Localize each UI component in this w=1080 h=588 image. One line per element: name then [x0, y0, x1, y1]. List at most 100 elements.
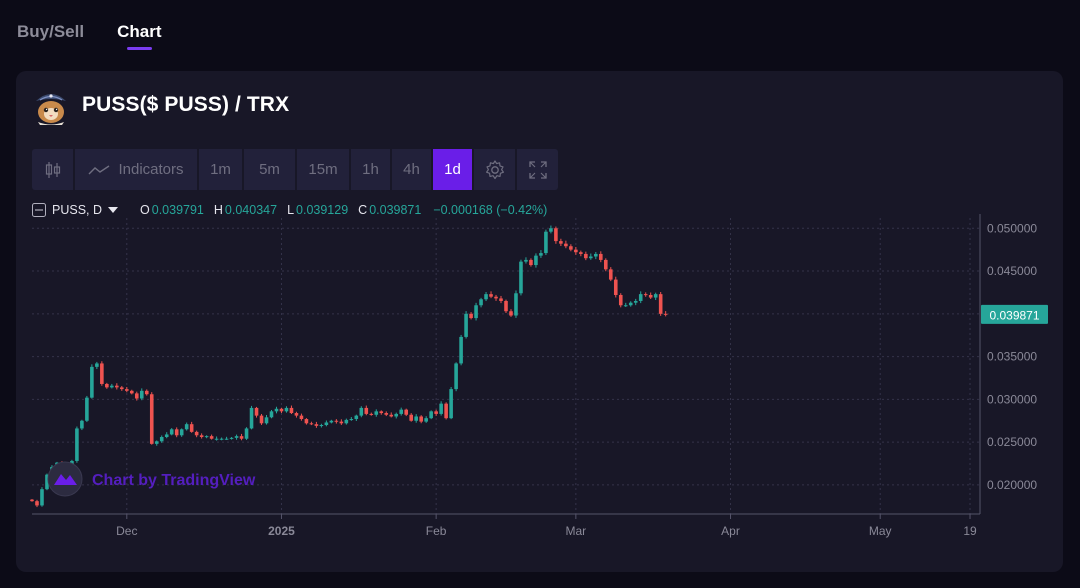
- candle-body: [164, 434, 169, 438]
- candle-body: [309, 423, 314, 425]
- candle-body: [529, 259, 533, 266]
- tradingview-watermark: Chart by TradingView: [92, 472, 256, 489]
- candle-body: [663, 313, 668, 315]
- candle-body: [394, 413, 399, 417]
- y-tick-label: 0.025000: [987, 435, 1037, 449]
- candle-body: [464, 313, 468, 337]
- candle-body: [324, 422, 329, 426]
- candle-body: [404, 409, 409, 415]
- candle-body: [179, 429, 184, 436]
- candle-body: [633, 300, 638, 303]
- candle-body: [229, 437, 234, 439]
- candle-body: [144, 390, 149, 395]
- candle-body: [214, 438, 219, 440]
- candle-body: [618, 294, 623, 306]
- candle-body: [219, 438, 224, 440]
- candle-body: [569, 246, 573, 250]
- candle-body: [628, 302, 633, 306]
- candle-body: [139, 390, 144, 399]
- candle-body: [40, 489, 44, 506]
- candle-body: [608, 269, 613, 280]
- candlestick-chart[interactable]: 0.0200000.0250000.0300000.0350000.040000…: [0, 0, 1080, 588]
- candle-body: [389, 414, 394, 417]
- candle-body: [499, 298, 503, 301]
- candle-body: [539, 253, 543, 256]
- candle-body: [204, 436, 209, 438]
- candle-body: [554, 228, 558, 242]
- candle-body: [479, 299, 483, 306]
- candle-body: [319, 425, 324, 427]
- last-price-label: 0.039871: [989, 308, 1039, 322]
- candle-body: [359, 407, 364, 416]
- candle-body: [35, 501, 39, 506]
- candle-body: [344, 419, 349, 424]
- candle-body: [199, 435, 204, 438]
- candle-body: [274, 408, 279, 412]
- candle-body: [549, 228, 553, 232]
- candle-body: [638, 294, 643, 301]
- candle-body: [613, 279, 618, 295]
- candle-body: [234, 436, 239, 438]
- x-tick-label: Dec: [116, 524, 137, 538]
- candle-body: [424, 418, 428, 422]
- candle-body: [254, 407, 259, 416]
- candle-body: [299, 415, 304, 420]
- y-tick-label: 0.035000: [987, 350, 1037, 364]
- candle-body: [559, 241, 563, 244]
- candle-body: [439, 403, 443, 414]
- candle-body: [95, 363, 99, 367]
- candle-body: [519, 261, 523, 294]
- candle-body: [648, 294, 653, 298]
- candle-body: [509, 311, 513, 316]
- y-tick-label: 0.050000: [987, 221, 1037, 235]
- candle-body: [643, 294, 648, 296]
- y-tick-label: 0.030000: [987, 392, 1037, 406]
- candle-body: [494, 296, 498, 299]
- candle-body: [259, 415, 264, 424]
- candle-body: [30, 499, 34, 502]
- candle-body: [429, 411, 433, 419]
- candle-body: [594, 253, 598, 257]
- candle-body: [449, 389, 453, 419]
- candle-body: [334, 420, 339, 422]
- candle-body: [189, 424, 194, 432]
- candle-body: [524, 259, 528, 262]
- candle-body: [414, 416, 418, 421]
- x-tick-label: Apr: [721, 524, 740, 538]
- candle-body: [658, 294, 663, 314]
- candle-body: [603, 259, 608, 270]
- candle-body: [409, 414, 413, 421]
- candle-body: [653, 294, 658, 298]
- y-tick-label: 0.020000: [987, 478, 1037, 492]
- candle-body: [224, 438, 229, 440]
- candle-body: [304, 419, 309, 424]
- candle-body: [354, 415, 359, 420]
- candle-body: [469, 313, 473, 319]
- candle-body: [120, 387, 124, 390]
- candle-body: [80, 420, 84, 429]
- candle-body: [534, 255, 538, 266]
- candle-body: [564, 243, 568, 247]
- candle-body: [574, 249, 578, 253]
- candle-body: [434, 411, 438, 414]
- x-tick-label: May: [869, 524, 892, 538]
- candle-body: [269, 411, 274, 418]
- candle-body: [289, 407, 294, 414]
- candle-body: [384, 413, 389, 415]
- candle-body: [209, 436, 214, 439]
- candle-body: [459, 336, 463, 364]
- candle-body: [159, 437, 164, 442]
- candle-body: [249, 407, 254, 429]
- candle-body: [149, 394, 154, 444]
- candle-body: [174, 429, 179, 436]
- candle-body: [514, 293, 518, 316]
- y-tick-label: 0.045000: [987, 264, 1037, 278]
- candle-body: [244, 428, 249, 439]
- candle-body: [115, 385, 119, 388]
- candle-body: [369, 413, 374, 415]
- candle-body: [110, 385, 114, 388]
- candle-body: [90, 366, 94, 398]
- candle-body: [194, 431, 199, 436]
- candle-body: [419, 416, 423, 422]
- candle-body: [484, 294, 488, 300]
